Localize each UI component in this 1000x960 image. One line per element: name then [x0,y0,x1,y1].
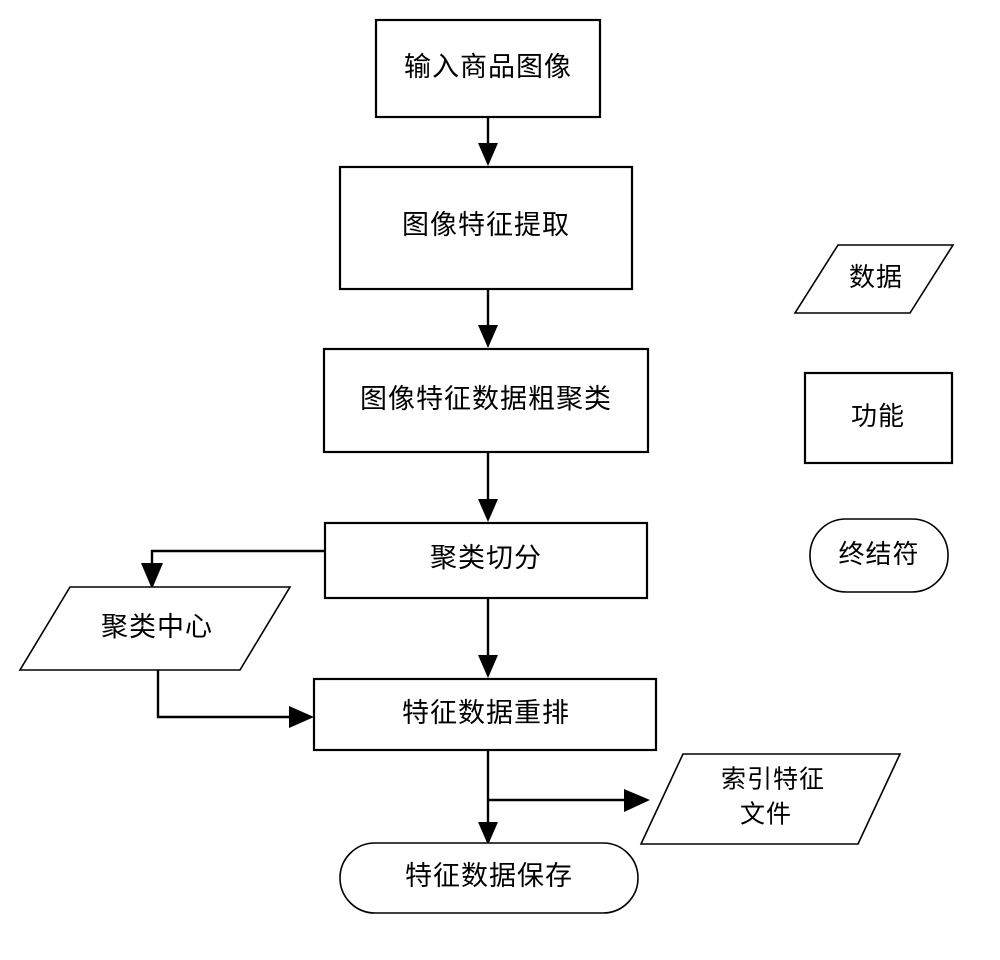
edge-split-to-center [141,549,325,589]
node-coarse-cluster[interactable]: 图像特征数据粗聚类 [322,347,650,454]
arrowhead-down-icon [478,822,498,845]
node-input-image[interactable]: 输入商品图像 [374,18,602,119]
legend-data-label: 数据 [849,263,903,292]
legend-function-label: 功能 [851,402,905,431]
arrowhead-right-icon [624,789,650,812]
feature-save-label: 特征数据保存 [405,861,573,891]
index-feature-file-label-line1: 索引特征 [721,766,825,794]
arrowhead-down-icon [478,143,498,166]
feature-reorder-label: 特征数据重排 [402,698,570,728]
legend: 数据 功能 终结符 [793,244,955,593]
index-feature-file-label-line2: 文件 [740,801,792,829]
node-feature-save[interactable]: 特征数据保存 [339,842,639,914]
arrowhead-right-icon [289,706,314,728]
node-cluster-split[interactable]: 聚类切分 [323,521,649,600]
edge-center-to-reorder [156,670,314,728]
edge-input-to-extract [478,117,498,166]
feature-extract-label: 图像特征提取 [402,210,570,240]
arrowhead-down-icon [478,325,498,348]
arrowhead-down-icon [478,499,498,522]
arrowhead-down-icon [478,655,498,678]
edge-reorder-to-index-file [488,789,650,812]
input-image-label: 输入商品图像 [404,52,572,82]
flowchart-svg: 输入商品图像 图像特征提取 图像特征数据粗聚类 聚类切分 聚类中心 特征数据重排… [18,18,955,914]
edge-coarse-to-split [478,452,498,522]
legend-item-function[interactable]: 功能 [803,371,954,465]
edge-path [150,549,325,564]
edge-reorder-to-save [478,750,498,845]
node-index-feature-file[interactable]: 索引特征 文件 [639,753,902,845]
edge-path [156,670,292,719]
legend-item-data[interactable]: 数据 [793,244,955,314]
edge-split-to-reorder [478,598,498,678]
node-cluster-center[interactable]: 聚类中心 [18,586,292,671]
legend-item-terminator[interactable]: 终结符 [809,518,949,593]
edge-extract-to-coarse [478,289,498,348]
legend-terminator-label: 终结符 [838,540,919,569]
node-feature-extract[interactable]: 图像特征提取 [338,165,634,291]
cluster-center-label: 聚类中心 [101,612,213,642]
node-feature-reorder[interactable]: 特征数据重排 [312,677,658,752]
flowchart-canvas: 输入商品图像 图像特征提取 图像特征数据粗聚类 聚类切分 聚类中心 特征数据重排… [0,0,1000,960]
cluster-split-label: 聚类切分 [430,543,542,573]
coarse-cluster-label: 图像特征数据粗聚类 [360,384,612,414]
arrowhead-down-icon [141,563,163,589]
